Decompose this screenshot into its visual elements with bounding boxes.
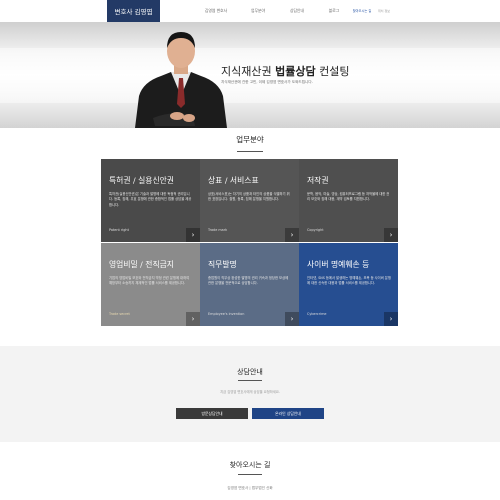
visit-consult-button[interactable]: 방문상담안내 [176,408,248,419]
card-title: 사이버 명예훼손 등 [307,260,370,269]
chevron-right-icon[interactable]: › [384,312,398,326]
chevron-right-icon[interactable]: › [186,228,200,242]
card-patent[interactable]: 특허권 / 실용신안권 특허권(실용신안권)은 기술과 발명에 대한 독점적 권… [101,159,200,242]
nav-item-lawyer[interactable]: 김영엽 변호사 [199,0,233,22]
card-copyright[interactable]: 저작권 문학, 음악, 미술, 영상, 컴퓨터프로그램 등 저작물에 대한 권리… [299,159,398,242]
chevron-right-icon[interactable]: › [186,312,200,326]
card-cybercrime[interactable]: 사이버 명예훼손 등 인터넷, SNS 등에서 발생하는 명예훼손, 모욕 등 … [299,243,398,326]
card-employee-invention[interactable]: 직무발명 종업원이 직무상 완성한 발명의 권리 귀속과 정당한 보상에 관한 … [200,243,299,326]
practice-divider [237,151,263,152]
card-en-label: Patent right [109,228,129,232]
card-title: 직무발명 [208,260,237,269]
practice-grid: 특허권 / 실용신안권 특허권(실용신안권)은 기술과 발명에 대한 독점적 권… [101,159,398,326]
directions-title: 찾아오시는 길 [229,461,271,469]
site-logo[interactable]: 변호사 김영엽 [107,0,160,22]
card-desc: 인터넷, SNS 등에서 발생하는 명예훼손, 모욕 등 사이버 분쟁에 대한 … [307,276,391,286]
card-desc: 문학, 음악, 미술, 영상, 컴퓨터프로그램 등 저작물에 대한 권리 보호와… [307,192,390,202]
nav-item-practice[interactable]: 업무분야 [241,0,275,22]
site-header: 변호사 김영엽 김영엽 변호사 업무분야 상담안내 블로그 찾아오시는 길 위치… [0,0,500,24]
online-consult-button[interactable]: 온라인 상담안내 [252,408,324,419]
consult-section: 상담안내 지금 김영엽 변호사에게 상담을 요청하세요. 방문상담안내 온라인 … [0,346,500,442]
card-en-label: Employee's invention [208,312,245,316]
chevron-right-icon[interactable]: › [384,228,398,242]
card-trademark[interactable]: 상표 / 서비스표 상표(서비스표)는 자기의 상품과 타인의 상품을 식별하기… [200,159,299,242]
card-title: 상표 / 서비스표 [208,176,259,185]
consult-divider [238,380,262,381]
nav-item-consult[interactable]: 상담안내 [280,0,314,22]
card-en-label: Trade mark [208,228,228,232]
card-desc: 특허권(실용신안권)은 기술과 발명에 대한 독점적 권리입니다. 등록, 침해… [109,192,192,207]
card-en-label: Cybercrime [307,312,327,316]
chevron-right-icon[interactable]: › [285,228,299,242]
hero-title: 지식재산권 법률상담 컨설팅 [221,65,350,78]
card-en-label: Copyright [307,228,324,232]
practice-title: 업무분야 [236,135,264,144]
card-desc: 기업의 영업비밀 보호와 전직금지 약정 관련 분쟁에 대하여 예방부터 소송까… [109,276,190,286]
card-title: 영업비밀 / 전직금지 [109,260,174,269]
directions-address: 김영엽 변호사 | 법무법인 신화 [227,486,273,490]
nav-item-location[interactable]: 위치 정보 [370,0,398,22]
card-desc: 상표(서비스표)는 자기의 상품과 타인의 상품을 식별하기 위한 표장입니다.… [208,192,290,202]
consult-title: 상담안내 [237,368,263,376]
directions-divider [238,474,262,475]
lawyer-portrait [135,32,227,128]
consult-desc: 지금 김영엽 변호사에게 상담을 요청하세요. [220,390,280,394]
card-title: 특허권 / 실용신안권 [109,176,174,185]
card-trade-secret[interactable]: 영업비밀 / 전직금지 기업의 영업비밀 보호와 전직금지 약정 관련 분쟁에 … [101,243,200,326]
hero-subtitle: 지식재산권에 관한 고민, 이제 김영엽 변호사가 도와드립니다. [221,80,313,84]
card-desc: 종업원이 직무상 완성한 발명의 권리 귀속과 정당한 보상에 관한 분쟁을 전… [208,276,289,286]
card-en-label: Trade secret [109,312,130,316]
chevron-right-icon[interactable]: › [285,312,299,326]
hero-banner: 지식재산권 법률상담 컨설팅 지식재산권에 관한 고민, 이제 김영엽 변호사가… [0,22,500,128]
card-title: 저작권 [307,176,329,185]
